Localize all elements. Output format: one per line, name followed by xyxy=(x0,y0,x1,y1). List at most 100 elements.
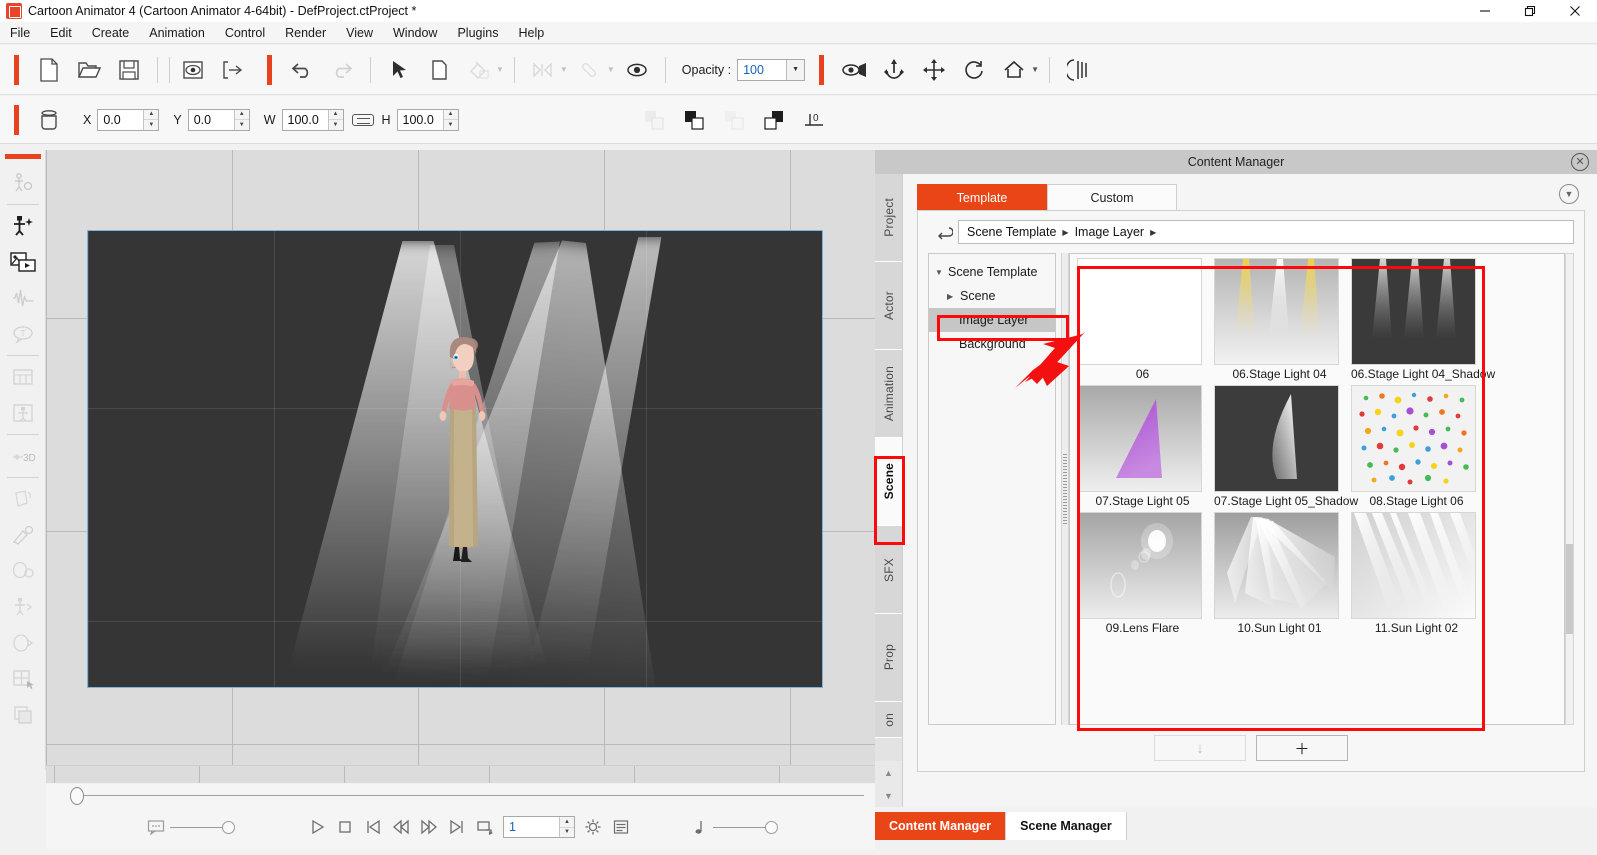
h-input[interactable]: 100.0 ▲ ▼ xyxy=(396,108,459,131)
link-aspect-icon[interactable] xyxy=(351,113,374,126)
first-frame-icon[interactable] xyxy=(359,813,387,841)
breadcrumb-item-1[interactable]: Scene Template xyxy=(967,225,1056,239)
asset-thumbnail[interactable] xyxy=(1351,385,1476,492)
layer-icon[interactable] xyxy=(5,697,41,733)
prev-frame-icon[interactable] xyxy=(387,813,415,841)
w-input[interactable]: 100.0 ▲ ▼ xyxy=(281,108,344,131)
tree-item-scene-template[interactable]: ▼ Scene Template xyxy=(929,260,1055,284)
filmstrip-icon[interactable] xyxy=(1061,53,1095,87)
vtab-project[interactable]: Project xyxy=(875,174,902,262)
select-arrow-icon[interactable] xyxy=(382,53,416,87)
keyframe-dropdown-caret[interactable]: ▼ xyxy=(560,65,568,74)
scroll-up-icon[interactable]: ▲ xyxy=(884,768,893,778)
y-input[interactable]: 0.0 ▲ ▼ xyxy=(187,108,250,131)
speech-bubble-icon[interactable]: T xyxy=(5,316,41,352)
menu-edit[interactable]: Edit xyxy=(40,22,82,44)
paint-dropdown-caret[interactable]: ▼ xyxy=(496,65,504,74)
y-value[interactable]: 0.0 xyxy=(189,110,234,130)
preview-icon[interactable] xyxy=(176,53,210,87)
link-dropdown-caret[interactable]: ▼ xyxy=(607,65,615,74)
download-button[interactable]: ↓ xyxy=(1154,735,1246,761)
maximize-button[interactable] xyxy=(1507,0,1552,22)
asset-item[interactable]: 06.Stage Light 04_Shadow xyxy=(1351,258,1495,381)
vtab-prop[interactable]: Prop xyxy=(875,614,902,702)
paint-bucket-icon[interactable] xyxy=(462,53,496,87)
w-value[interactable]: 100.0 xyxy=(283,110,328,130)
menu-file[interactable]: File xyxy=(0,22,40,44)
asset-item[interactable]: 11.Sun Light 02 xyxy=(1351,512,1482,635)
x-stepper[interactable]: ▲ ▼ xyxy=(143,109,159,130)
asset-item[interactable]: 09.Lens Flare xyxy=(1077,512,1208,635)
panel-resize-grip[interactable] xyxy=(1061,253,1069,725)
face-puppet-icon[interactable] xyxy=(5,395,41,431)
asset-thumbnail[interactable] xyxy=(1351,512,1476,619)
chevron-down-circle-icon[interactable]: ▼ xyxy=(1559,184,1579,204)
anchor-icon[interactable] xyxy=(877,53,911,87)
asset-thumbnail[interactable] xyxy=(1351,258,1476,365)
export-icon[interactable] xyxy=(216,53,250,87)
stop-icon[interactable] xyxy=(331,813,359,841)
asset-thumbnail[interactable] xyxy=(1214,258,1339,365)
breadcrumb[interactable]: Scene Template ▶ Image Layer ▶ xyxy=(958,220,1574,244)
asset-thumbnail[interactable] xyxy=(1214,512,1339,619)
asset-item[interactable]: 07.Stage Light 05_Shadow xyxy=(1214,385,1358,508)
camera-eye-icon[interactable] xyxy=(837,53,871,87)
layer-stack-icon[interactable] xyxy=(32,103,66,137)
viewport-canvas[interactable] xyxy=(46,150,875,765)
asset-item[interactable]: 08.Stage Light 06 xyxy=(1351,385,1482,508)
asset-grid[interactable]: 06 06.Stage Light 04 06.Stage Light 04_S… xyxy=(1069,253,1565,725)
timeline-list-icon[interactable] xyxy=(607,813,635,841)
home-icon[interactable] xyxy=(997,53,1031,87)
breadcrumb-item-2[interactable]: Image Layer xyxy=(1075,225,1144,239)
new-file-icon[interactable] xyxy=(32,53,66,87)
home-dropdown-caret[interactable]: ▼ xyxy=(1031,65,1039,74)
close-button[interactable] xyxy=(1552,0,1597,22)
speech-bubble-small-icon[interactable] xyxy=(142,813,170,841)
vtab-actor[interactable]: Actor xyxy=(875,262,902,350)
undo-icon[interactable] xyxy=(285,53,319,87)
last-frame-icon[interactable] xyxy=(443,813,471,841)
menu-control[interactable]: Control xyxy=(215,22,275,44)
eye-icon[interactable] xyxy=(620,53,654,87)
minimize-button[interactable] xyxy=(1462,0,1507,22)
y-stepper[interactable]: ▲ ▼ xyxy=(233,109,249,130)
align-above-icon[interactable] xyxy=(757,103,791,137)
loop-icon[interactable] xyxy=(471,813,499,841)
menu-help[interactable]: Help xyxy=(508,22,554,44)
asset-item[interactable]: 06 xyxy=(1077,258,1208,381)
vtab-animation[interactable]: Animation xyxy=(875,350,902,438)
asset-thumbnail[interactable] xyxy=(1077,385,1202,492)
open-folder-icon[interactable] xyxy=(72,53,106,87)
scroll-down-icon[interactable]: ▼ xyxy=(884,791,893,801)
head-puppet-icon[interactable] xyxy=(5,553,41,589)
chevron-right-icon[interactable]: ▶ xyxy=(947,292,955,301)
x-value[interactable]: 0.0 xyxy=(98,110,143,130)
align-front-icon[interactable] xyxy=(677,103,711,137)
play-icon[interactable] xyxy=(303,813,331,841)
transform-icon[interactable] xyxy=(5,481,41,517)
bubble-slider[interactable] xyxy=(170,820,235,834)
menu-view[interactable]: View xyxy=(336,22,383,44)
audio-slider[interactable] xyxy=(713,820,778,834)
chevron-down-icon[interactable]: ▼ xyxy=(935,268,943,277)
menu-render[interactable]: Render xyxy=(275,22,336,44)
asset-thumbnail[interactable] xyxy=(1077,258,1202,365)
opacity-value[interactable]: 100 xyxy=(738,60,786,80)
tree-item-scene[interactable]: ▶ Scene xyxy=(929,284,1055,308)
tree-item-background[interactable]: Background xyxy=(929,332,1055,356)
save-icon[interactable] xyxy=(112,53,146,87)
chevron-down-icon[interactable]: ▼ xyxy=(786,59,805,80)
frame-stepper[interactable]: ▲ ▼ xyxy=(559,817,574,837)
music-note-icon[interactable] xyxy=(685,813,713,841)
back-arrow-icon[interactable] xyxy=(928,221,958,243)
asset-item[interactable]: 10.Sun Light 01 xyxy=(1214,512,1345,635)
w-stepper[interactable]: ▲ ▼ xyxy=(327,109,343,130)
asset-thumbnail[interactable] xyxy=(1077,512,1202,619)
timeline-ruler[interactable] xyxy=(46,765,875,783)
align-behind-icon[interactable] xyxy=(717,103,751,137)
vtab-scene[interactable]: Scene xyxy=(875,438,902,526)
vtab-sfx[interactable]: SFX xyxy=(875,526,902,614)
page-icon[interactable] xyxy=(422,53,456,87)
move-icon[interactable] xyxy=(917,53,951,87)
pen-motion-icon[interactable] xyxy=(5,517,41,553)
